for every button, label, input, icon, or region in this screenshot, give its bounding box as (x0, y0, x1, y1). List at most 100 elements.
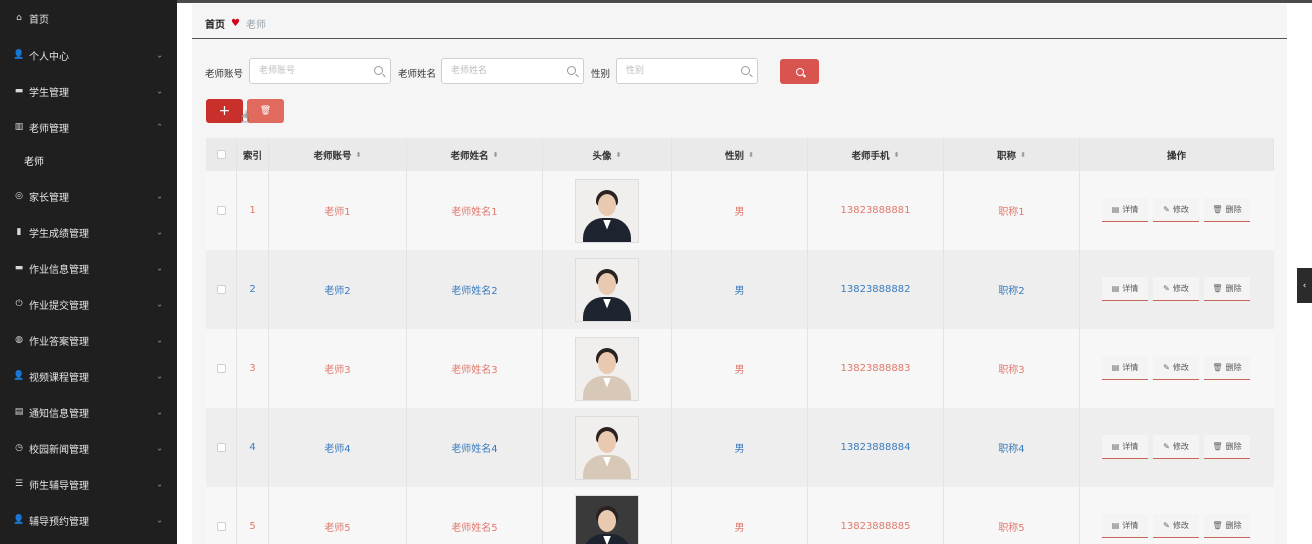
select-all-checkbox[interactable] (216, 150, 226, 159)
row-checkbox[interactable] (216, 206, 226, 215)
row-select-cell (206, 171, 237, 250)
sidebar-item-6[interactable]: ▬ 作业信息管理 ⌄ (0, 250, 177, 286)
bar-chart-icon: ▮ (16, 227, 22, 237)
sort-icon[interactable]: ⬍ (748, 151, 754, 159)
user-icon: 👤 (13, 371, 25, 381)
teacher-account: 老师3 (324, 365, 351, 376)
teacher-gender-cell: 男 (672, 487, 808, 544)
edit-button[interactable]: ✎ 修改 (1153, 514, 1199, 538)
delete-button[interactable]: 🗑 删除 (1204, 356, 1250, 380)
avatar-head (598, 193, 616, 216)
sort-icon[interactable]: ⬍ (356, 151, 362, 159)
avatar[interactable] (575, 178, 639, 243)
trash-icon: 🗑 (1212, 363, 1223, 372)
row-checkbox[interactable] (216, 364, 226, 373)
edit-button[interactable]: ✎ 修改 (1153, 277, 1199, 301)
actions-cell: ▤ 详情 ✎ 修改 🗑 删除 (1080, 171, 1274, 250)
teacher-title: 职称5 (998, 523, 1025, 534)
mouse-cursor-icon: ☝ (240, 108, 250, 126)
sidebar-item-4[interactable]: ◎ 家长管理 ⌄ (0, 178, 177, 214)
edit-icon: ✎ (1163, 521, 1170, 530)
avatar-cell (543, 250, 672, 329)
delete-button[interactable]: 🗑 删除 (1204, 514, 1250, 538)
avatar[interactable] (575, 415, 639, 480)
detail-button[interactable]: ▤ 详情 (1102, 356, 1148, 380)
batch-delete-button[interactable]: 🗑 (247, 99, 284, 123)
column-header[interactable]: 职称 ⬍ (944, 138, 1080, 171)
sidebar-item-1[interactable]: 👤 个人中心 ⌄ (0, 37, 177, 73)
gender-search-input[interactable] (617, 59, 757, 83)
action-label: 修改 (1172, 363, 1189, 372)
edit-button[interactable]: ✎ 修改 (1153, 435, 1199, 459)
sort-icon[interactable]: ⬍ (1020, 151, 1026, 159)
sidebar-item-label: 通知信息管理 (29, 408, 89, 420)
detail-button[interactable]: ▤ 详情 (1102, 277, 1148, 301)
detail-button[interactable]: ▤ 详情 (1102, 514, 1148, 538)
column-header[interactable]: 老师手机 ⬍ (808, 138, 944, 171)
avatar[interactable] (575, 494, 639, 544)
column-header[interactable]: 老师姓名 ⬍ (407, 138, 543, 171)
sidebar-item-0[interactable]: ⌂ 首页 (0, 0, 177, 36)
sidebar-item-7[interactable]: ⏻ 作业提交管理 ⌄ (0, 286, 177, 322)
delete-button[interactable]: 🗑 删除 (1204, 198, 1250, 222)
teacher-gender-cell: 男 (672, 171, 808, 250)
edit-button[interactable]: ✎ 修改 (1153, 356, 1199, 380)
sidebar-item-5[interactable]: ▮ 学生成绩管理 ⌄ (0, 214, 177, 250)
teacher-account: 老师4 (324, 444, 351, 455)
action-label: 删除 (1225, 442, 1242, 451)
row-index: 5 (249, 521, 256, 532)
avatar[interactable] (575, 257, 639, 322)
account-search-input[interactable] (250, 59, 390, 83)
row-checkbox[interactable] (216, 443, 226, 452)
avatar-cell (543, 487, 672, 544)
account-search-field[interactable] (249, 58, 391, 84)
detail-icon: ▤ (1111, 284, 1120, 293)
header-select-all (206, 138, 237, 171)
sidebar-item-3[interactable]: ▥ 老师管理 ⌃ (0, 109, 177, 145)
top-divider (177, 0, 1312, 3)
column-header[interactable]: 性别 ⬍ (672, 138, 808, 171)
teacher-account: 老师2 (324, 286, 351, 297)
delete-button[interactable]: 🗑 删除 (1204, 435, 1250, 459)
sidebar-item-13[interactable]: 👤 辅导预约管理 ⌄ (0, 502, 177, 538)
edit-icon: ✎ (1163, 205, 1170, 214)
name-search-field[interactable] (441, 58, 584, 84)
sidebar-item-11[interactable]: ◷ 校园新闻管理 ⌄ (0, 430, 177, 466)
sliders-icon: ☰ (14, 479, 24, 489)
sidebar-subitem-teacher[interactable]: 老师 (0, 145, 177, 175)
row-checkbox[interactable] (216, 522, 226, 531)
teacher-account-cell: 老师3 (269, 329, 407, 408)
sidebar-item-10[interactable]: ▤ 通知信息管理 ⌄ (0, 394, 177, 430)
name-search-input[interactable] (442, 59, 583, 83)
avatar[interactable] (575, 336, 639, 401)
detail-button[interactable]: ▤ 详情 (1102, 435, 1148, 459)
sidebar-item-2[interactable]: ▬ 学生管理 ⌄ (0, 73, 177, 109)
detail-button[interactable]: ▤ 详情 (1102, 198, 1148, 222)
sidebar-item-label: 首页 (29, 14, 49, 26)
collapse-panel-button[interactable]: ‹ (1297, 268, 1312, 303)
search-button[interactable] (780, 59, 819, 84)
row-index: 4 (249, 442, 256, 453)
detail-icon: ▤ (1111, 205, 1120, 214)
teacher-name-cell: 老师姓名1 (407, 171, 543, 250)
delete-button[interactable]: 🗑 删除 (1204, 277, 1250, 301)
teacher-phone: 13823888885 (840, 521, 911, 532)
sort-icon[interactable]: ⬍ (894, 151, 900, 159)
row-index-cell: 5 (237, 487, 269, 544)
edit-button[interactable]: ✎ 修改 (1153, 198, 1199, 222)
sort-icon[interactable]: ⬍ (493, 151, 499, 159)
add-button[interactable]: + (206, 99, 243, 123)
row-checkbox[interactable] (216, 285, 226, 294)
gender-search-field[interactable] (616, 58, 758, 84)
column-header[interactable]: 老师账号 ⬍ (269, 138, 407, 171)
table-header: 索引 老师账号 ⬍ 老师姓名 ⬍ 头像 ⬍ 性别 ⬍ 老师手机 ⬍ 职称 ⬍ 操作 (206, 138, 1274, 171)
sidebar-item-12[interactable]: ☰ 师生辅导管理 ⌄ (0, 466, 177, 502)
sort-icon[interactable]: ⬍ (616, 151, 622, 159)
action-label: 删除 (1225, 521, 1242, 530)
sidebar-item-9[interactable]: 👤 视频课程管理 ⌄ (0, 358, 177, 394)
action-label: 修改 (1172, 284, 1189, 293)
column-header[interactable]: 头像 ⬍ (543, 138, 672, 171)
breadcrumb-home[interactable]: 首页 (205, 16, 225, 31)
teacher-account-cell: 老师5 (269, 487, 407, 544)
sidebar-item-8[interactable]: ◍ 作业答案管理 ⌄ (0, 322, 177, 358)
